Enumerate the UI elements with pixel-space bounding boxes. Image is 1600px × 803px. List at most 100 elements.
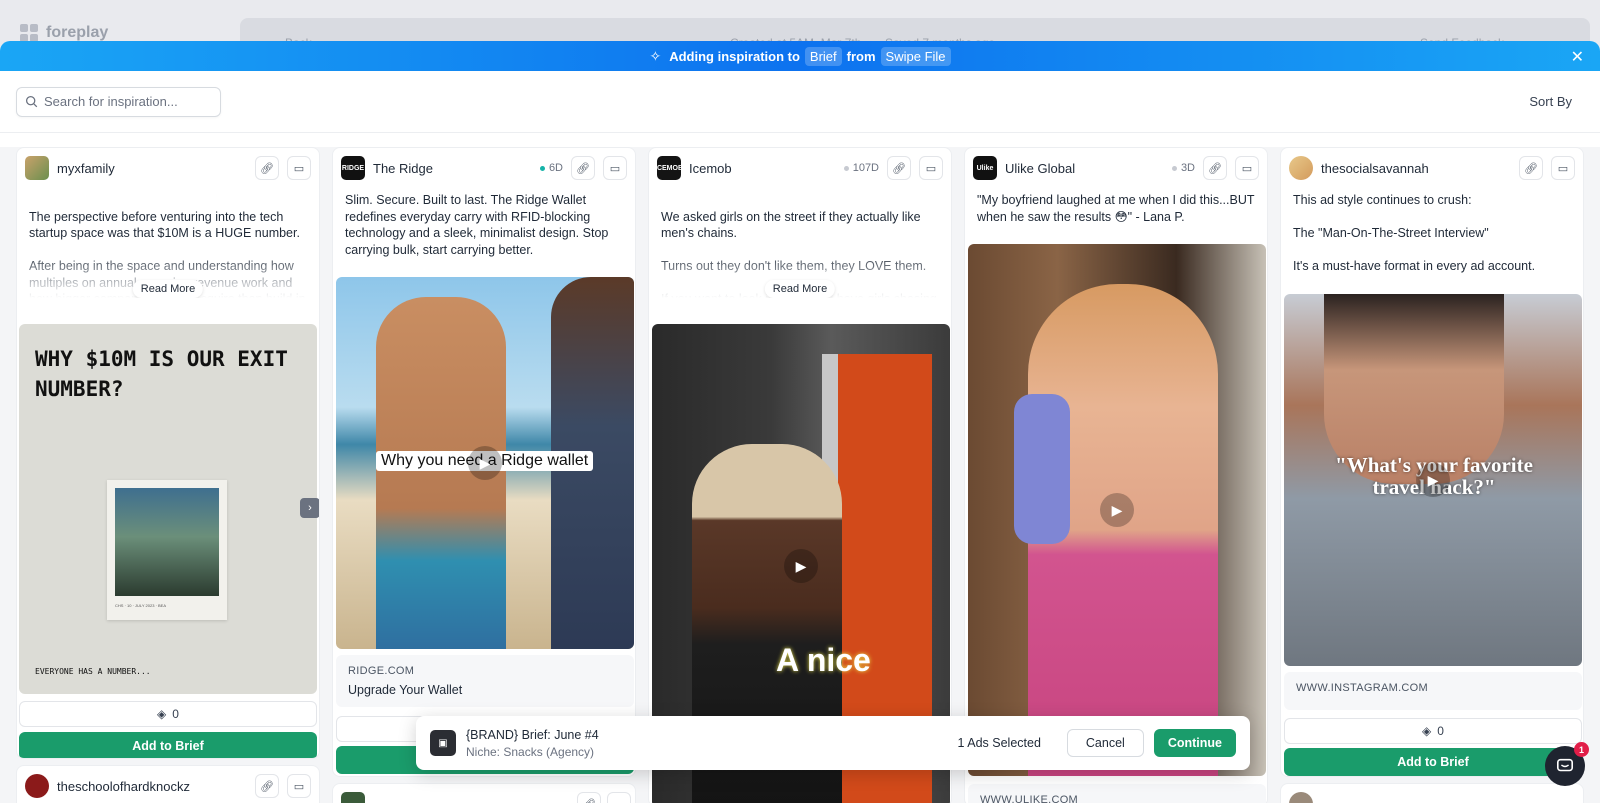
product-bottle (1014, 394, 1070, 544)
avatar: Ulike (973, 156, 997, 180)
continue-button[interactable]: Continue (1153, 729, 1236, 757)
logo-grid-icon (20, 24, 38, 42)
days-running: 3D (1171, 162, 1195, 174)
link-icon[interactable]: 🔗︎ (1203, 156, 1227, 180)
link-icon[interactable]: 🔗︎ (571, 156, 595, 180)
brand-name[interactable]: thesocialsavannah (1321, 161, 1511, 176)
app-logo: foreplay (20, 24, 108, 42)
play-icon[interactable]: ▶ (468, 446, 502, 480)
play-icon[interactable]: ▶ (784, 549, 818, 583)
days-value: 107D (852, 162, 879, 174)
card-header: theschoolofhardknockz 🔗︎ ▭ (17, 766, 319, 803)
brief-count: ◈ 0 (1284, 718, 1582, 744)
landing-url: WWW.ULIKE.COM (980, 794, 1079, 803)
landing-title: Upgrade Your Wallet (348, 683, 463, 697)
inactive-dot (1171, 165, 1177, 171)
save-icon[interactable]: ▭ (1235, 156, 1259, 180)
landing-info[interactable]: WWW.INSTAGRAM.COM (1284, 672, 1582, 710)
add-to-brief-button[interactable]: Add to Brief (19, 732, 317, 758)
sparkle-icon: ✧ (649, 47, 662, 64)
banner-target: Brief (804, 46, 842, 66)
ad-card-icemob[interactable]: ICEMOB Icemob 107D 🔗︎ ▭ We asked girls o… (648, 147, 952, 803)
avatar (25, 774, 49, 798)
ad-card-the-ridge[interactable]: RIDGE The Ridge 6D 🔗︎ ▭ Slim. Secure. Bu… (332, 147, 636, 777)
ad-card-theschoolofhardknockz[interactable]: theschoolofhardknockz 🔗︎ ▭ (16, 765, 320, 803)
ad-headline: WHY $10M IS OUR EXIT NUMBER? (35, 347, 288, 401)
brand-name[interactable]: Ulike Global (1005, 161, 1164, 176)
landing-info[interactable]: RIDGE.COM Upgrade Your Wallet (336, 655, 634, 707)
brief-info: {BRAND} Brief: June #4 Niche: Snacks (Ag… (466, 728, 599, 759)
brand-name[interactable]: myxfamily (57, 161, 247, 176)
brand-name[interactable]: The Ridge (373, 161, 532, 176)
avatar: RIDGE (341, 156, 365, 180)
read-more-button[interactable]: Read More (132, 279, 204, 298)
active-dot (539, 165, 545, 171)
brief-niche: Niche: Snacks (Agency) (466, 744, 595, 759)
card-header: myxfamily 🔗︎ ▭ (17, 148, 319, 188)
link-icon[interactable]: 🔗︎ (255, 156, 279, 180)
save-icon[interactable]: ▭ (287, 156, 311, 180)
save-icon[interactable]: ▭ (603, 156, 627, 180)
chat-icon[interactable]: 1 (1545, 742, 1589, 786)
polaroid-photo: CHS · 10 · JULY 2023 · BEA (107, 480, 227, 620)
ad-copy: The perspective before venturing into th… (17, 188, 319, 298)
link-icon[interactable]: 🔗︎ (255, 774, 279, 798)
ad-media[interactable]: Why you need a Ridge wallet ▶ (336, 277, 634, 649)
save-icon[interactable]: ▭ (919, 156, 943, 180)
read-more-button[interactable]: Read More (764, 279, 836, 298)
chat-bubble-icon (1556, 758, 1574, 772)
brief-count: ◈ 0 (19, 701, 317, 727)
save-icon[interactable]: ▭ (1551, 156, 1575, 180)
brand-name[interactable]: Icemob (689, 161, 836, 176)
landing-info[interactable]: WWW.ULIKE.COM (968, 784, 1266, 803)
overlay-text: A nice (776, 642, 871, 678)
link-icon[interactable]: 🔗︎ (887, 156, 911, 180)
app-name: foreplay (46, 24, 109, 41)
avatar (1289, 792, 1313, 803)
avatar (25, 156, 49, 180)
ad-card-next-ridge-column[interactable]: 🔗︎ ▭ (332, 783, 636, 803)
ad-card-ulike-global[interactable]: Ulike Ulike Global 3D 🔗︎ ▭ "My boyfriend… (964, 147, 1268, 803)
search-input[interactable] (44, 94, 204, 109)
days-value: 3D (1180, 162, 1195, 174)
ad-copy: "My boyfriend laughed at me when I did t… (977, 193, 1255, 224)
ads-grid: myxfamily 🔗︎ ▭ The perspective before ve… (0, 147, 1600, 803)
ad-copy: We asked girls on the street if they act… (649, 188, 951, 298)
cancel-button[interactable]: Cancel (1066, 729, 1144, 757)
selected-count: 1 Ads Selected (957, 736, 1041, 750)
sort-by-button[interactable]: Sort By (1529, 94, 1572, 109)
ad-card-thesocialsavannah[interactable]: thesocialsavannah 🔗︎ ▭ This ad style con… (1280, 147, 1584, 777)
ad-footer-text: EVERYONE HAS A NUMBER... (35, 667, 151, 676)
layers-icon: ◈ (157, 707, 167, 721)
search-icon (25, 95, 38, 108)
modal-toolbar: Sort By (0, 71, 1600, 133)
ad-copy: Slim. Secure. Built to last. The Ridge W… (345, 193, 609, 257)
save-icon[interactable]: ▭ (607, 792, 631, 803)
avatar (1289, 156, 1313, 180)
play-icon[interactable]: ▶ (1416, 463, 1450, 497)
ad-card-myxfamily[interactable]: myxfamily 🔗︎ ▭ The perspective before ve… (16, 147, 320, 759)
search-box[interactable] (16, 86, 221, 117)
ad-card-next-savannah-column[interactable] (1280, 783, 1584, 803)
landing-url: WWW.INSTAGRAM.COM (1296, 682, 1428, 694)
card-header: RIDGE The Ridge 6D 🔗︎ ▭ (333, 148, 635, 188)
banner-prefix: Adding inspiration to (669, 48, 800, 64)
ad-media[interactable]: "What's your favorite travel hack?" ▶ (1284, 294, 1582, 666)
close-icon[interactable]: ✕ (1571, 47, 1584, 67)
save-icon[interactable]: ▭ (287, 774, 311, 798)
banner-from: from (846, 48, 876, 64)
ad-copy: This ad style continues to crush: The "M… (1293, 193, 1536, 273)
brand-name[interactable]: theschoolofhardknockz (57, 779, 247, 794)
link-icon[interactable]: 🔗︎ (1519, 156, 1543, 180)
link-icon[interactable]: 🔗︎ (577, 792, 601, 803)
count-value: 0 (172, 707, 179, 721)
add-to-brief-button[interactable]: Add to Brief (1284, 748, 1582, 776)
selection-bar: ▣ {BRAND} Brief: June #4 Niche: Snacks (… (416, 716, 1250, 770)
avatar: ICEMOB (655, 156, 683, 180)
brief-icon: ▣ (430, 730, 456, 756)
chevron-right-icon[interactable]: › (300, 498, 319, 518)
play-icon[interactable]: ▶ (1100, 493, 1134, 527)
ad-media[interactable]: ▶ (968, 244, 1266, 776)
ad-media[interactable]: WHY $10M IS OUR EXIT NUMBER? CHS · 10 · … (19, 324, 317, 694)
days-value: 6D (548, 162, 563, 174)
